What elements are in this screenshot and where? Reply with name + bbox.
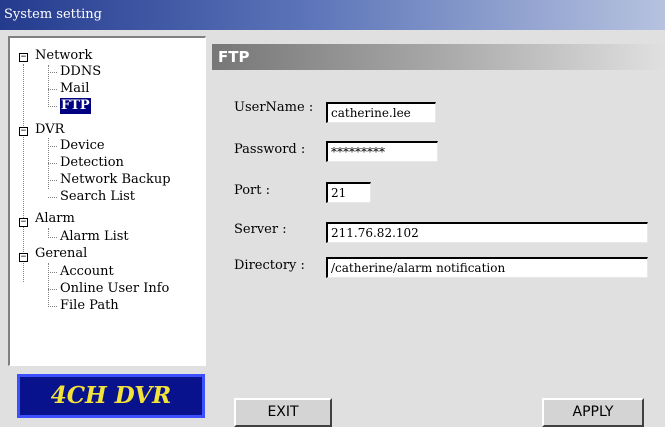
- collapse-network-icon[interactable]: −: [19, 53, 28, 62]
- directory-label: Directory :: [234, 258, 305, 273]
- tree-item-alarm-list[interactable]: Alarm List: [60, 229, 129, 245]
- ftp-section-header: FTP: [212, 44, 665, 70]
- tree-group-network[interactable]: Network: [35, 48, 92, 64]
- port-label: Port :: [234, 183, 270, 198]
- tree-item-device[interactable]: Device: [60, 138, 105, 154]
- dvr-logo: 4CH DVR: [17, 374, 205, 418]
- directory-input[interactable]: [326, 257, 648, 278]
- tree-group-dvr[interactable]: DVR: [35, 122, 64, 138]
- window-title: System setting: [0, 0, 665, 30]
- username-label: UserName :: [234, 100, 314, 115]
- tree-item-online-user-info[interactable]: Online User Info: [60, 281, 169, 297]
- username-input[interactable]: [326, 102, 436, 123]
- settings-tree: − Network DDNS Mail FTP − DVR Device Det…: [8, 36, 206, 366]
- collapse-alarm-icon[interactable]: −: [19, 218, 28, 227]
- server-label: Server :: [234, 222, 287, 237]
- tree-item-account[interactable]: Account: [60, 264, 114, 280]
- tree-item-ddns[interactable]: DDNS: [60, 64, 101, 80]
- tree-item-search-list[interactable]: Search List: [60, 189, 135, 205]
- port-input[interactable]: [326, 182, 371, 203]
- password-label: Password :: [234, 142, 306, 157]
- server-input[interactable]: [326, 222, 648, 243]
- tree-group-alarm[interactable]: Alarm: [35, 211, 75, 227]
- apply-button[interactable]: APPLY: [542, 398, 644, 427]
- tree-item-file-path[interactable]: File Path: [60, 298, 119, 314]
- collapse-general-icon[interactable]: −: [19, 253, 28, 262]
- exit-button[interactable]: EXIT: [234, 398, 332, 427]
- collapse-dvr-icon[interactable]: −: [19, 127, 28, 136]
- tree-item-network-backup[interactable]: Network Backup: [60, 172, 171, 188]
- tree-item-ftp[interactable]: FTP: [60, 98, 91, 114]
- tree-item-detection[interactable]: Detection: [60, 155, 124, 171]
- tree-item-mail[interactable]: Mail: [60, 81, 89, 97]
- password-input[interactable]: [326, 141, 438, 162]
- tree-group-general[interactable]: Gerenal: [35, 246, 87, 262]
